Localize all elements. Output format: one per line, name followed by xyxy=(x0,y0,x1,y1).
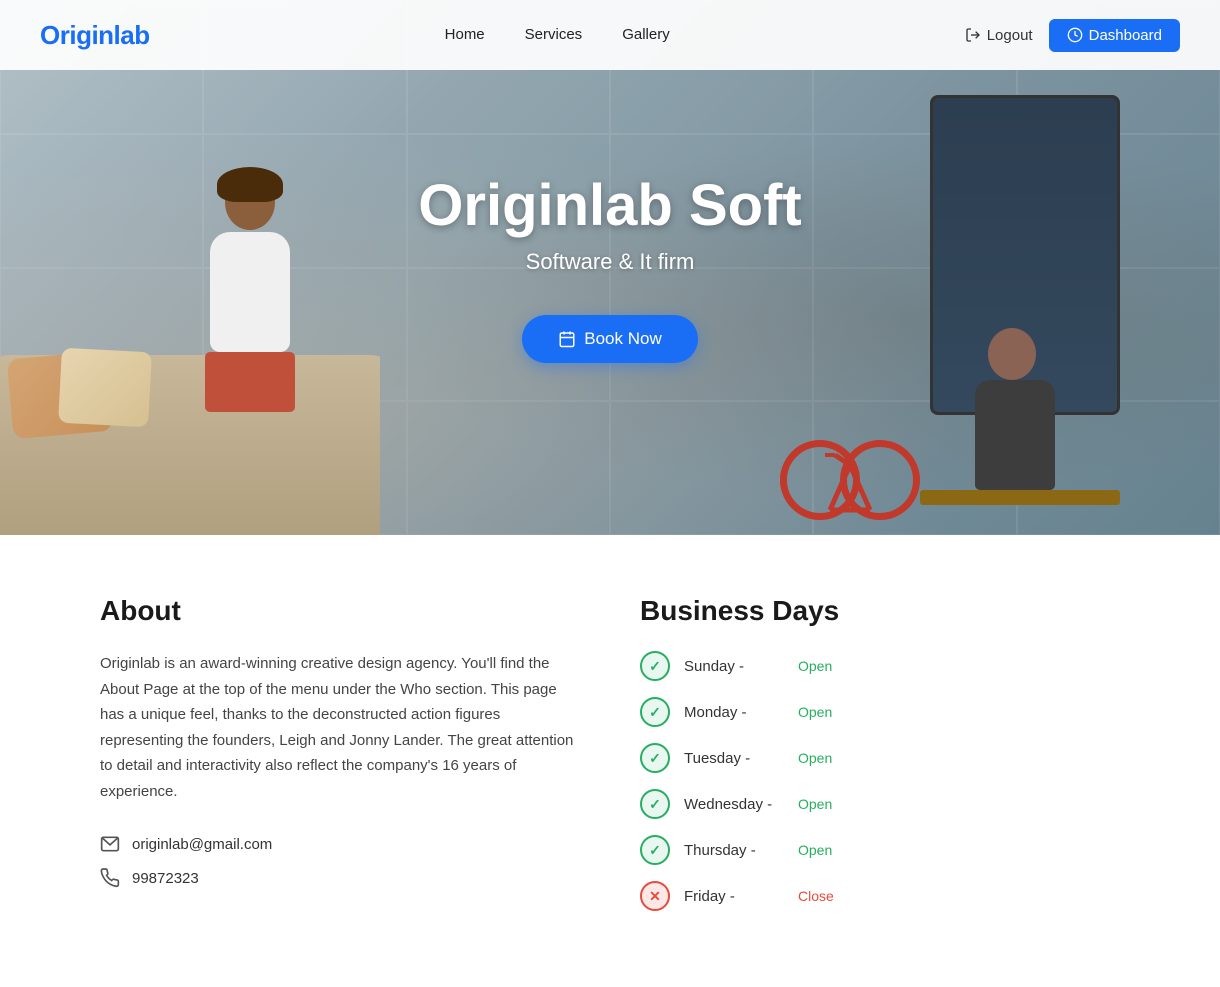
business-days-heading: Business Days xyxy=(640,595,1120,627)
phone-contact: 99872323 xyxy=(100,868,580,888)
day-status-label: Open xyxy=(798,796,832,812)
closed-status-icon: ✕ xyxy=(640,881,670,911)
about-section: About Originlab is an award-winning crea… xyxy=(100,595,580,927)
book-now-button[interactable]: Book Now xyxy=(522,315,697,363)
hero-bike xyxy=(780,400,920,520)
open-status-icon: ✓ xyxy=(640,789,670,819)
day-name: Sunday - xyxy=(684,658,784,675)
hero-figure-right xyxy=(920,75,1140,535)
nav-links: Home Services Gallery xyxy=(445,26,670,44)
email-icon xyxy=(100,834,120,854)
business-day-row: ✓ Wednesday - Open xyxy=(640,789,1120,819)
day-status-label: Close xyxy=(798,888,834,904)
day-status-label: Open xyxy=(798,750,832,766)
business-day-row: ✓ Sunday - Open xyxy=(640,651,1120,681)
open-status-icon: ✓ xyxy=(640,651,670,681)
day-name: Wednesday - xyxy=(684,796,784,813)
about-heading: About xyxy=(100,595,580,627)
dashboard-button[interactable]: Dashboard xyxy=(1049,19,1180,52)
open-status-icon: ✓ xyxy=(640,835,670,865)
open-status-icon: ✓ xyxy=(640,743,670,773)
nav-services[interactable]: Services xyxy=(525,26,583,43)
business-days-section: Business Days ✓ Sunday - Open ✓ Monday - Open… xyxy=(640,595,1120,927)
email-value: originlab@gmail.com xyxy=(132,836,272,853)
business-day-row: ✕ Friday - Close xyxy=(640,881,1120,911)
hero-subtitle: Software & It firm xyxy=(418,249,801,275)
logout-icon xyxy=(965,27,981,43)
phone-value: 99872323 xyxy=(132,870,199,887)
nav-home[interactable]: Home xyxy=(445,26,485,43)
day-name: Thursday - xyxy=(684,842,784,859)
calendar-icon xyxy=(558,330,576,348)
hero-figure-left xyxy=(0,135,380,535)
business-day-row: ✓ Monday - Open xyxy=(640,697,1120,727)
navbar-actions: Logout Dashboard xyxy=(965,19,1180,52)
business-days-list: ✓ Sunday - Open ✓ Monday - Open ✓ Tuesday - Open… xyxy=(640,651,1120,911)
day-status-label: Open xyxy=(798,658,832,674)
navbar: Originlab Home Services Gallery Logout D… xyxy=(0,0,1220,70)
dashboard-icon xyxy=(1067,27,1083,43)
open-status-icon: ✓ xyxy=(640,697,670,727)
day-name: Monday - xyxy=(684,704,784,721)
nav-gallery[interactable]: Gallery xyxy=(622,26,670,43)
day-name: Friday - xyxy=(684,888,784,905)
hero-content: Originlab Soft Software & It firm Book N… xyxy=(418,172,801,363)
phone-icon xyxy=(100,868,120,888)
day-name: Tuesday - xyxy=(684,750,784,767)
about-text: Originlab is an award-winning creative d… xyxy=(100,651,580,804)
business-day-row: ✓ Tuesday - Open xyxy=(640,743,1120,773)
logout-button[interactable]: Logout xyxy=(965,27,1033,44)
day-status-label: Open xyxy=(798,704,832,720)
hero-section: Originlab Soft Software & It firm Book N… xyxy=(0,0,1220,535)
main-content: About Originlab is an award-winning crea… xyxy=(60,535,1160,987)
day-status-label: Open xyxy=(798,842,832,858)
email-contact: originlab@gmail.com xyxy=(100,834,580,854)
business-day-row: ✓ Thursday - Open xyxy=(640,835,1120,865)
hero-title: Originlab Soft xyxy=(418,172,801,239)
brand-logo[interactable]: Originlab xyxy=(40,20,150,51)
